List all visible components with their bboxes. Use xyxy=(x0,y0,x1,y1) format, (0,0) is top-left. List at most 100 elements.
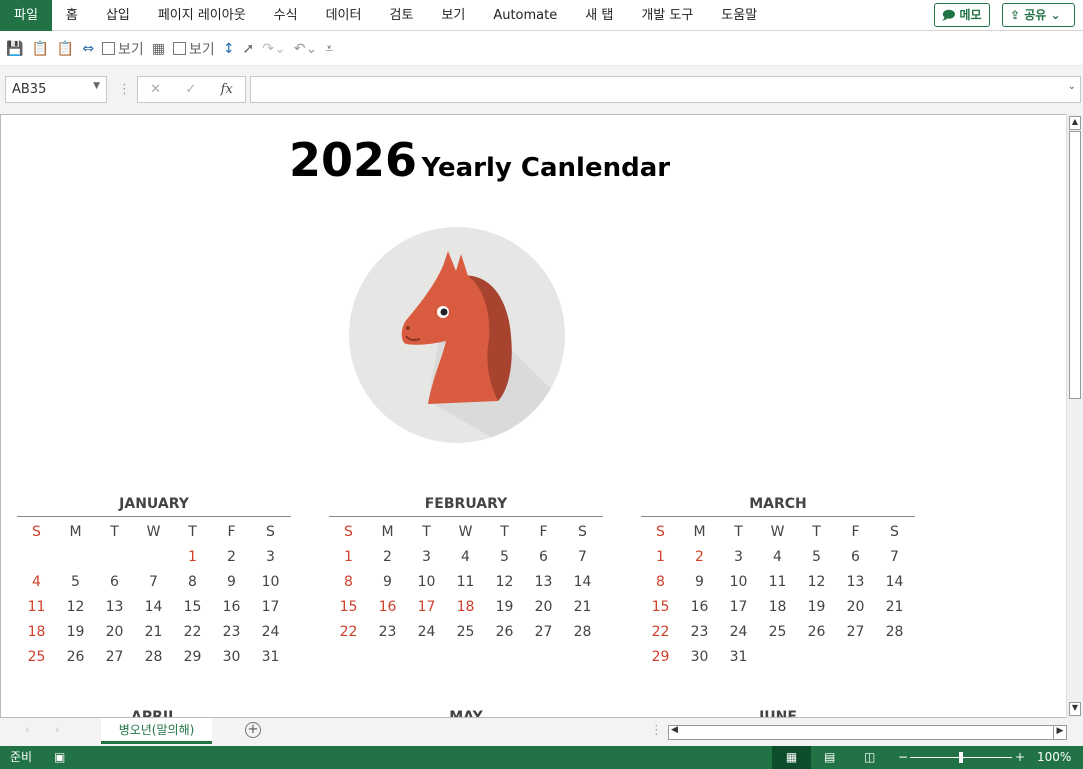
day-cell[interactable]: 14 xyxy=(875,574,914,590)
day-cell[interactable]: 11 xyxy=(758,574,797,590)
day-cell[interactable]: 13 xyxy=(836,574,875,590)
day-cell[interactable]: 25 xyxy=(446,624,485,640)
day-cell[interactable]: 22 xyxy=(641,624,680,640)
scroll-down-icon[interactable]: ▼ xyxy=(1069,702,1081,716)
day-cell[interactable]: 12 xyxy=(56,599,95,615)
zoom-in-icon[interactable]: + xyxy=(1015,746,1025,769)
day-cell[interactable]: 27 xyxy=(836,624,875,640)
accessibility-icon[interactable]: ▣ xyxy=(54,746,65,769)
day-cell[interactable]: 5 xyxy=(56,574,95,590)
menu-tab[interactable]: 파일 xyxy=(0,0,52,31)
day-cell[interactable]: 9 xyxy=(368,574,407,590)
zoom-slider[interactable] xyxy=(910,752,1012,763)
day-cell[interactable]: 14 xyxy=(563,574,602,590)
day-cell[interactable]: 16 xyxy=(212,599,251,615)
menu-tab[interactable]: 검토 xyxy=(375,0,427,31)
customize-qat-icon[interactable]: ⩡ xyxy=(325,41,333,57)
day-cell[interactable]: 22 xyxy=(173,624,212,640)
day-cell[interactable]: 20 xyxy=(524,599,563,615)
paste-values-icon[interactable]: 📋 xyxy=(31,41,48,57)
enter-icon[interactable]: ✓ xyxy=(185,82,196,97)
menu-tab[interactable]: 도움말 xyxy=(707,0,771,31)
day-cell[interactable]: 21 xyxy=(563,599,602,615)
day-cell[interactable]: 15 xyxy=(329,599,368,615)
day-cell[interactable]: 24 xyxy=(719,624,758,640)
day-cell[interactable]: 8 xyxy=(641,574,680,590)
day-cell[interactable]: 8 xyxy=(173,574,212,590)
day-cell[interactable]: 12 xyxy=(485,574,524,590)
menu-tab[interactable]: 데이터 xyxy=(312,0,376,31)
page-layout-icon[interactable]: ▤ xyxy=(824,746,835,769)
day-cell[interactable]: 4 xyxy=(446,549,485,565)
chevron-down-icon[interactable]: ▼ xyxy=(93,81,100,91)
prev-sheet-icon[interactable]: ‹ xyxy=(25,723,29,736)
day-cell[interactable]: 6 xyxy=(95,574,134,590)
next-sheet-icon[interactable]: › xyxy=(55,723,59,736)
sheet-tab[interactable]: 병오년(말의해) xyxy=(101,718,212,744)
day-cell[interactable]: 7 xyxy=(563,549,602,565)
day-cell[interactable]: 4 xyxy=(758,549,797,565)
day-cell[interactable]: 13 xyxy=(524,574,563,590)
fit-width-icon[interactable]: ⇔ xyxy=(82,41,94,57)
day-cell[interactable]: 4 xyxy=(17,574,56,590)
day-cell[interactable]: 8 xyxy=(329,574,368,590)
day-cell[interactable]: 21 xyxy=(875,599,914,615)
worksheet[interactable]: 2026 Yearly Canlendar JANUARY S M T W T F S 1 2 3 4… xyxy=(0,114,1066,718)
vertical-scrollbar[interactable]: ▲ ▼ xyxy=(1066,114,1083,718)
day-cell[interactable]: 17 xyxy=(251,599,290,615)
day-cell[interactable]: 10 xyxy=(407,574,446,590)
day-cell[interactable]: 10 xyxy=(251,574,290,590)
add-sheet-icon[interactable]: + xyxy=(245,722,261,738)
day-cell[interactable]: 16 xyxy=(368,599,407,615)
day-cell[interactable]: 6 xyxy=(524,549,563,565)
view-checkbox-1[interactable]: 보기 xyxy=(102,39,144,59)
day-cell[interactable]: 9 xyxy=(212,574,251,590)
day-cell[interactable]: 15 xyxy=(173,599,212,615)
day-cell[interactable]: 31 xyxy=(719,649,758,665)
day-cell[interactable]: 22 xyxy=(329,624,368,640)
day-cell[interactable]: 9 xyxy=(680,574,719,590)
day-cell[interactable]: 7 xyxy=(875,549,914,565)
day-cell[interactable]: 11 xyxy=(17,599,56,615)
menu-tab[interactable]: 수식 xyxy=(260,0,312,31)
day-cell[interactable]: 26 xyxy=(485,624,524,640)
formula-input[interactable]: ⌄ xyxy=(250,76,1081,103)
day-cell[interactable]: 28 xyxy=(134,649,173,665)
day-cell[interactable]: 1 xyxy=(641,549,680,565)
day-cell[interactable]: 23 xyxy=(680,624,719,640)
save-icon[interactable]: 💾 xyxy=(6,41,23,57)
menu-tab[interactable]: 삽입 xyxy=(92,0,144,31)
day-cell[interactable]: 29 xyxy=(173,649,212,665)
day-cell[interactable]: 17 xyxy=(407,599,446,615)
day-cell[interactable]: 30 xyxy=(680,649,719,665)
splitter-icon[interactable]: ⋮ xyxy=(650,723,663,738)
day-cell[interactable]: 10 xyxy=(719,574,758,590)
row-height-icon[interactable]: ↕ xyxy=(223,41,235,57)
day-cell[interactable]: 7 xyxy=(134,574,173,590)
view-checkbox-2[interactable]: 보기 xyxy=(173,39,215,59)
day-cell[interactable]: 28 xyxy=(563,624,602,640)
share-button[interactable]: ⇪ 공유 ⌄ xyxy=(1002,3,1075,27)
menu-tab[interactable]: 홈 xyxy=(52,0,92,31)
lock-table-icon[interactable]: ▦ xyxy=(152,41,165,57)
day-cell[interactable]: 1 xyxy=(173,549,212,565)
paste-formula-icon[interactable]: 📋 xyxy=(57,41,74,57)
day-cell[interactable]: 3 xyxy=(719,549,758,565)
day-cell[interactable]: 19 xyxy=(797,599,836,615)
day-cell[interactable]: 5 xyxy=(485,549,524,565)
menu-tab[interactable]: 페이지 레이아웃 xyxy=(144,0,260,31)
day-cell[interactable]: 28 xyxy=(875,624,914,640)
day-cell[interactable]: 23 xyxy=(368,624,407,640)
day-cell[interactable]: 15 xyxy=(641,599,680,615)
select-pointer-icon[interactable]: ➚ xyxy=(243,41,255,57)
redo-icon[interactable]: ↷⌄ xyxy=(262,41,285,57)
day-cell[interactable]: 2 xyxy=(212,549,251,565)
day-cell[interactable]: 24 xyxy=(251,624,290,640)
undo-icon[interactable]: ↶⌄ xyxy=(294,41,317,57)
horizontal-scrollbar[interactable]: ◀ xyxy=(668,725,1067,740)
day-cell[interactable]: 18 xyxy=(758,599,797,615)
day-cell[interactable]: 19 xyxy=(485,599,524,615)
day-cell[interactable]: 16 xyxy=(680,599,719,615)
scroll-up-icon[interactable]: ▲ xyxy=(1069,116,1081,130)
day-cell[interactable]: 18 xyxy=(446,599,485,615)
